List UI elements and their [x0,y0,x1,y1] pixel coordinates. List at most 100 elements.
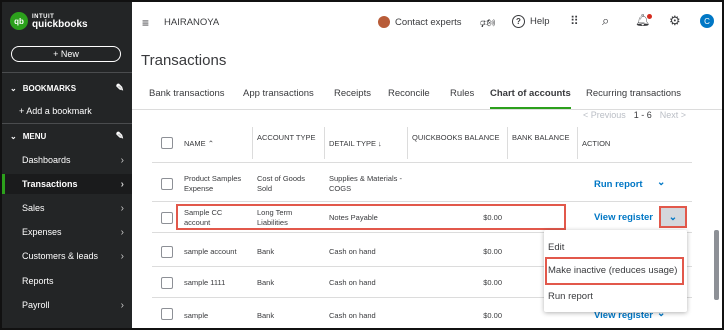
row-action-dropdown-button[interactable]: ⌄ [659,206,687,228]
column-bank-balance-header[interactable]: BANK BALANCE [512,133,570,142]
quickbooks-balance: $0.00 [483,278,502,287]
menu-item-make-inactive[interactable]: Make inactive (reduces usage) [548,265,677,276]
contact-experts-button[interactable]: Contact experts [378,16,462,28]
company-name: HAIRANOYA [164,17,220,28]
vertical-scrollbar[interactable] [714,230,719,300]
sidebar-item-payroll[interactable]: Payroll › [2,295,132,315]
chevron-down-icon[interactable]: ⌄ [657,177,665,188]
notification-dot [647,14,653,19]
row-checkbox[interactable] [161,246,173,258]
sidebar-item-label: Reports [22,276,54,286]
pagination: < Previous 1 - 6 Next > [583,110,686,120]
column-name-header[interactable]: NAME ⌃ [184,139,214,148]
qb-logo-icon: qb [10,12,28,30]
add-bookmark-link[interactable]: + Add a bookmark [2,101,132,121]
tab-reconcile[interactable]: Reconcile [388,88,430,109]
row-checkbox[interactable] [161,212,173,224]
chevron-right-icon: › [120,154,124,166]
menu-item-run-report[interactable]: Run report [548,291,593,302]
quickbooks-balance: $0.00 [483,247,502,256]
menu-item-edit[interactable]: Edit [548,242,564,253]
column-divider [577,127,578,159]
sidebar-item-label: Dashboards [22,155,71,165]
sidebar-item-label: Sales [22,203,45,213]
detail-type: Cash on hand [329,278,376,287]
chevron-right-icon: › [120,202,124,214]
account-name[interactable]: sample 1111 [184,278,225,288]
detail-type: Cash on hand [329,247,376,256]
sidebar-item-label: Payroll [22,300,50,310]
pencil-icon[interactable]: ✎ [116,131,124,142]
account-type: Cost of Goods Sold [257,174,305,193]
sidebar-item-label: Transactions [22,179,78,189]
view-register-link[interactable]: View register [594,212,653,223]
menu-header[interactable]: ⌄ MENU ✎ [10,131,124,142]
chevron-down-icon: ⌄ [10,132,17,141]
sidebar-item-transactions[interactable]: Transactions › [2,174,132,194]
sidebar-item-sales[interactable]: Sales › [2,198,132,218]
megaphone-icon[interactable]: 🕬 [480,14,495,35]
pencil-icon[interactable]: ✎ [116,83,124,94]
sidebar-item-customers-leads[interactable]: Customers & leads › [2,246,132,266]
run-report-link[interactable]: Run report [594,179,643,190]
column-divider [324,127,325,159]
gear-icon[interactable]: ⚙ [669,13,681,29]
sidebar-divider [2,72,132,73]
bookmarks-header[interactable]: ⌄ BOOKMARKS ✎ [10,83,124,94]
column-quickbooks-balance-header[interactable]: QUICKBOOKS BALANCE [412,133,500,142]
sidebar: qb INTUIT quickbooks + New ⌄ BOOKMARKS ✎… [2,2,132,328]
user-avatar-button[interactable]: C [700,14,714,28]
tab-app-transactions[interactable]: App transactions [243,88,314,109]
row-action-menu: Edit Make inactive (reduces usage) Run r… [544,230,687,312]
apps-grid-icon[interactable]: ⠿ [570,14,579,28]
main-content: Transactions Bank transactions App trans… [132,40,722,328]
hamburger-menu-icon[interactable]: ≡ [142,16,149,30]
new-button[interactable]: + New [11,46,121,62]
contact-experts-label: Contact experts [395,16,462,28]
search-icon[interactable]: ⌕ [602,13,609,29]
expert-avatar-icon [378,16,390,28]
avatar: C [700,14,714,28]
select-all-checkbox[interactable] [161,137,173,149]
row-checkbox[interactable] [161,178,173,190]
help-label: Help [530,16,550,27]
detail-type: Supplies & Materials - COGS [329,174,402,193]
column-detail-type-header[interactable]: DETAIL TYPE ↓ [329,139,382,148]
account-type: Bank [257,311,275,320]
account-name[interactable]: sample [184,311,208,321]
notification-bell-icon[interactable]: 🔔︎ [635,13,653,27]
column-account-type-header[interactable]: ACCOUNT TYPE [257,133,315,142]
question-icon: ? [512,15,525,28]
menu-label: MENU [22,132,47,141]
tab-recurring-transactions[interactable]: Recurring transactions [586,88,681,109]
chevron-right-icon: › [120,178,124,190]
next-page-button[interactable]: Next > [660,110,686,120]
account-name[interactable]: Product Samples Expense [184,174,250,194]
top-bar: ≡ HAIRANOYA Contact experts 🕬 ? Help ⠿ ⌕… [132,2,722,40]
previous-page-button[interactable]: < Previous [583,110,626,120]
sidebar-item-label: Expenses [22,227,62,237]
page-count: 1 - 6 [633,110,652,120]
sidebar-item-expenses[interactable]: Expenses › [2,222,132,242]
account-name[interactable]: sample account [184,247,237,257]
account-type: Bank [257,247,275,256]
row-checkbox[interactable] [161,277,173,289]
column-divider [252,127,253,159]
tab-bank-transactions[interactable]: Bank transactions [149,88,225,109]
column-action-header: ACTION [582,139,611,148]
row-highlight-box [176,204,566,230]
tab-rules[interactable]: Rules [450,88,474,109]
tab-receipts[interactable]: Receipts [334,88,371,109]
column-divider [507,127,508,159]
quickbooks-balance: $0.00 [483,311,502,320]
help-button[interactable]: ? Help [512,15,550,28]
quickbooks-logo: qb INTUIT quickbooks [10,12,88,30]
page-title: Transactions [141,52,227,69]
sidebar-item-reports[interactable]: Reports [2,271,132,291]
chevron-right-icon: › [120,226,124,238]
sidebar-item-label: Customers & leads [22,251,99,261]
tab-chart-of-accounts[interactable]: Chart of accounts [490,88,571,109]
chevron-right-icon: › [120,250,124,262]
row-checkbox[interactable] [161,308,173,320]
sidebar-item-dashboards[interactable]: Dashboards › [2,150,132,170]
